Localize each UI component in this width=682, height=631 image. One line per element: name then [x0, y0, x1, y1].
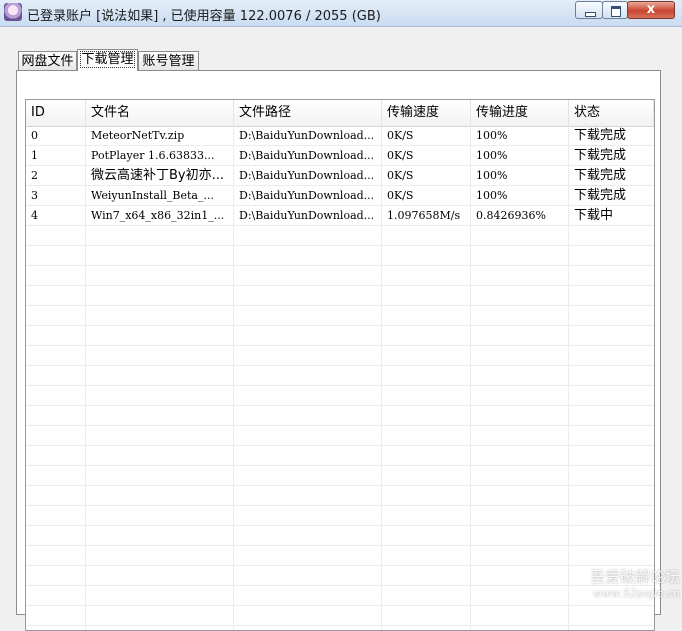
col-id-cell: 4 [31, 209, 38, 222]
empty-row [26, 246, 654, 266]
watermark: 吾爱破解论坛 www.52pojie.cn [560, 566, 680, 600]
col-id-header[interactable]: ID [26, 100, 86, 126]
col-filepath-cell: D:\BaiduYunDownload... [239, 169, 375, 182]
list-header: ID 文件名 文件路径 传输速度 传输进度 状态 [26, 100, 654, 127]
col-status-cell: 下载完成 [574, 168, 627, 183]
empty-row [26, 426, 654, 446]
watermark-url: www.52pojie.cn [593, 587, 680, 600]
download-tab-panel: ID 文件名 文件路径 传输速度 传输进度 状态 0 MeteorNetTv.zip D:\B… [16, 70, 661, 631]
app-icon [4, 3, 22, 21]
empty-row [26, 546, 654, 566]
col-status-header[interactable]: 状态 [569, 100, 654, 126]
tab-label: 下载管理 [80, 51, 135, 68]
title-bar[interactable]: 已登录账户 [说法如果] , 已使用容量 122.0076 / 2055 (GB… [0, 0, 682, 27]
col-speed-cell: 0K/S [387, 149, 414, 162]
col-filepath-cell: D:\BaiduYunDownload... [239, 209, 375, 222]
close-icon: x [646, 2, 656, 17]
tab-cloud-files[interactable]: 网盘文件 [18, 51, 77, 70]
col-speed-cell: 0K/S [387, 129, 414, 142]
col-status-cell: 下载完成 [574, 128, 627, 143]
col-filepath-cell: D:\BaiduYunDownload... [239, 129, 375, 142]
col-progress-cell: 100% [476, 189, 508, 202]
col-id-cell: 2 [31, 169, 38, 182]
table-row[interactable]: 0 MeteorNetTv.zip D:\BaiduYunDownload... 0K… [26, 126, 654, 146]
col-id-cell: 3 [31, 189, 38, 202]
minimize-icon [585, 12, 596, 17]
empty-row [26, 446, 654, 466]
col-status-cell: 下载中 [574, 208, 614, 223]
minimize-button[interactable] [575, 1, 603, 19]
empty-row [26, 226, 654, 246]
tab-label: 账号管理 [142, 54, 195, 69]
col-filename-cell: PotPlayer 1.6.63833... [91, 149, 215, 162]
table-row[interactable]: 3 WeiyunInstall_Beta_... D:\BaiduYunDownlo… [26, 186, 654, 206]
col-speed-header[interactable]: 传输速度 [382, 100, 471, 126]
empty-row [26, 306, 654, 326]
close-button[interactable]: x [627, 1, 675, 19]
table-row[interactable]: 2 微云高速补丁By初亦... D:\BaiduYunDownload... 0K/S… [26, 166, 654, 186]
empty-row [26, 486, 654, 506]
maximize-icon [611, 6, 621, 17]
watermark-text: 吾爱破解论坛 [589, 568, 680, 586]
col-progress-header[interactable]: 传输进度 [471, 100, 569, 126]
client-area: 网盘文件 下载管理 账号管理 ID 文件名 文件路径 传输速度 传输进度 状态 0 Mete… [0, 27, 682, 631]
col-progress-cell: 0.8426936% [476, 209, 546, 222]
table-row[interactable]: 1 PotPlayer 1.6.63833... D:\BaiduYunDownlo… [26, 146, 654, 166]
col-progress-cell: 100% [476, 169, 508, 182]
col-progress-cell: 100% [476, 129, 508, 142]
col-id-cell: 0 [31, 129, 38, 142]
col-status-cell: 下载完成 [574, 148, 627, 163]
col-filename-cell: MeteorNetTv.zip [91, 129, 185, 142]
col-speed-cell: 0K/S [387, 189, 414, 202]
empty-row [26, 526, 654, 546]
empty-row [26, 406, 654, 426]
tab-account-manager[interactable]: 账号管理 [138, 51, 199, 70]
empty-row [26, 366, 654, 386]
col-speed-cell: 0K/S [387, 169, 414, 182]
empty-row [26, 386, 654, 406]
empty-row [26, 266, 654, 286]
empty-row [26, 606, 654, 626]
col-filepath-cell: D:\BaiduYunDownload... [239, 189, 375, 202]
table-row[interactable]: 4 Win7_x64_x86_32in1_... D:\BaiduYunDownlo… [26, 206, 654, 226]
window-title: 已登录账户 [说法如果] , 已使用容量 122.0076 / 2055 (GB… [27, 9, 381, 24]
maximize-button[interactable] [602, 1, 628, 19]
col-progress-cell: 100% [476, 149, 508, 162]
col-filepath-header[interactable]: 文件路径 [234, 100, 382, 126]
col-filename-cell: Win7_x64_x86_32in1_... [91, 209, 225, 222]
col-speed-cell: 1.097658M/s [387, 209, 461, 222]
col-filename-cell: WeiyunInstall_Beta_... [91, 189, 214, 202]
col-filename-header[interactable]: 文件名 [86, 100, 234, 126]
empty-row [26, 326, 654, 346]
tab-download-manager[interactable]: 下载管理 [77, 49, 138, 71]
col-filepath-cell: D:\BaiduYunDownload... [239, 149, 375, 162]
col-status-cell: 下载完成 [574, 188, 627, 203]
tab-label: 网盘文件 [21, 54, 74, 69]
download-list[interactable]: ID 文件名 文件路径 传输速度 传输进度 状态 0 MeteorNetTv.zip D:\B… [25, 99, 655, 631]
empty-row [26, 286, 654, 306]
col-id-cell: 1 [31, 149, 38, 162]
empty-row [26, 506, 654, 526]
empty-row [26, 466, 654, 486]
col-filename-cell: 微云高速补丁By初亦... [91, 168, 225, 183]
empty-row [26, 346, 654, 366]
